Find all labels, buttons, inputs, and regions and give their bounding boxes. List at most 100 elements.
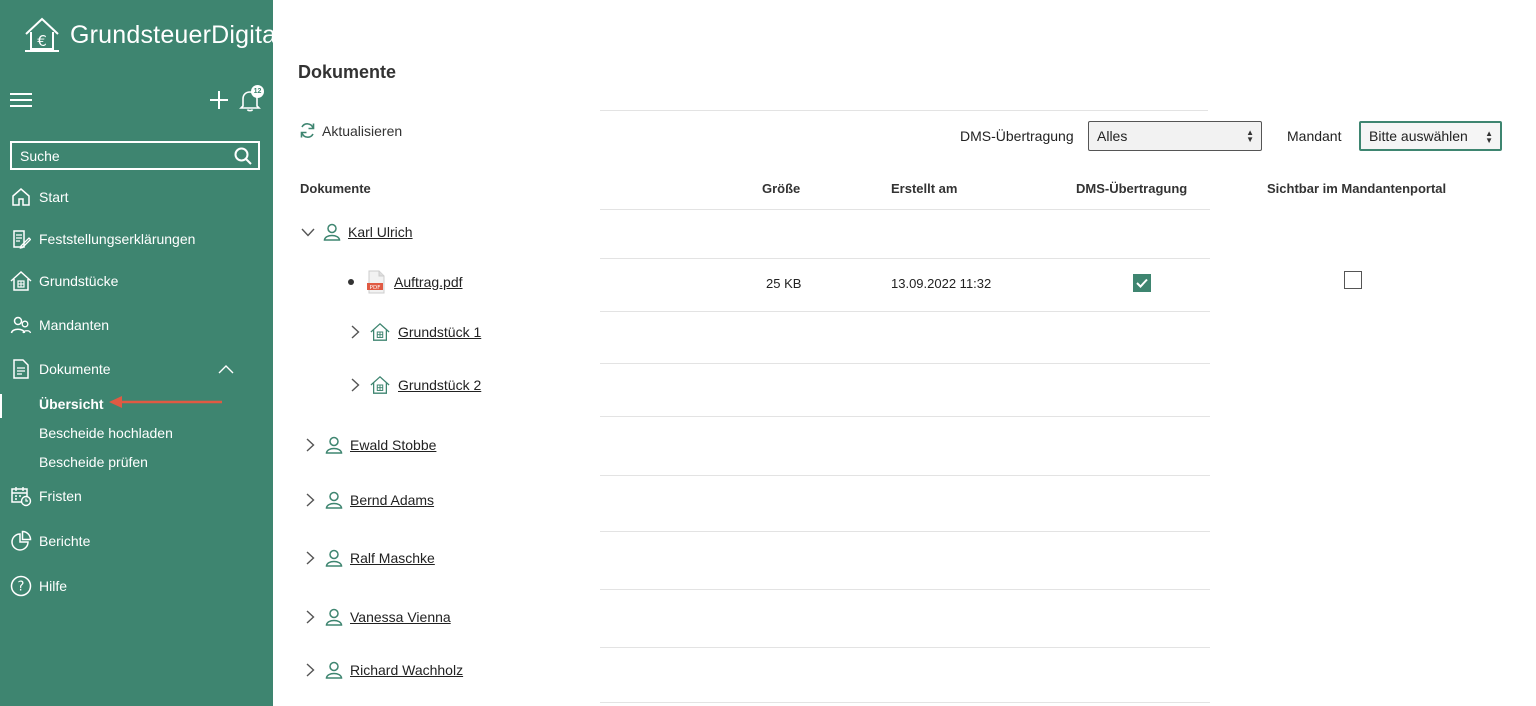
check-icon (1136, 278, 1148, 288)
person-icon (325, 661, 343, 679)
chevron-right-icon[interactable] (303, 438, 317, 452)
chevron-right-icon[interactable] (348, 378, 362, 392)
mandant-filter-label: Mandant (1287, 128, 1342, 144)
property-link[interactable]: Grundstück 2 (398, 377, 481, 393)
home-icon (10, 186, 32, 208)
client-link[interactable]: Ewald Stobbe (350, 437, 436, 453)
logo[interactable]: € GrundsteuerDigital (22, 16, 282, 54)
sidebar-item-label: Mandanten (39, 317, 110, 333)
person-icon (325, 436, 343, 454)
tree-row-client: Ralf Maschke (303, 549, 435, 567)
mandant-filter-value: Bitte auswählen (1369, 128, 1468, 144)
search-input[interactable] (20, 147, 220, 164)
row-divider (600, 702, 1210, 703)
column-header-dms: DMS-Übertragung (1076, 181, 1188, 196)
dms-filter-select[interactable]: Alles ▲ ▼ (1088, 121, 1262, 151)
sidebar-item-label: Start (39, 189, 69, 205)
document-icon (10, 358, 32, 380)
sidebar-item-berichte[interactable]: Berichte (10, 526, 90, 556)
chevron-right-icon[interactable] (303, 551, 317, 565)
dms-filter-label: DMS-Übertragung (960, 128, 1074, 144)
sidebar-item-label: Berichte (39, 533, 91, 549)
active-indicator (0, 394, 2, 418)
document-edit-icon (10, 228, 32, 250)
menu-icon[interactable] (10, 92, 32, 108)
chevron-right-icon[interactable] (303, 493, 317, 507)
pdf-icon: PDF (367, 270, 385, 294)
mandant-filter-select[interactable]: Bitte auswählen ▲ ▼ (1359, 121, 1502, 151)
sidebar: € GrundsteuerDigital 12 Suche Start Fest… (0, 0, 282, 706)
tree-row-client: Bernd Adams (303, 491, 434, 509)
dms-filter-value: Alles (1097, 128, 1128, 144)
person-icon (325, 549, 343, 567)
column-header-dokumente: Dokumente (300, 181, 371, 196)
client-link[interactable]: Richard Wachholz (350, 662, 463, 678)
sidebar-subitem-bescheide-pruefen[interactable]: Bescheide prüfen (39, 454, 148, 470)
person-icon (325, 491, 343, 509)
dms-checkbox[interactable] (1133, 274, 1151, 292)
tree-row-client: Karl Ulrich (301, 223, 413, 241)
client-link[interactable]: Ralf Maschke (350, 550, 435, 566)
sidebar-item-hilfe[interactable]: ? Hilfe (10, 571, 67, 601)
bullet-icon (348, 279, 354, 285)
tree-row-client: Vanessa Vienna (303, 608, 451, 626)
document-link[interactable]: Auftrag.pdf (394, 274, 463, 290)
building-icon (370, 322, 390, 341)
sidebar-item-label: Hilfe (39, 578, 68, 594)
chevron-right-icon[interactable] (303, 663, 317, 677)
row-divider (600, 363, 1210, 364)
building-icon (10, 270, 32, 292)
sidebar-item-mandanten[interactable]: Mandanten (10, 310, 109, 340)
document-size: 25 KB (766, 276, 802, 291)
sidebar-subitem-bescheide-hochladen[interactable]: Bescheide hochladen (39, 425, 173, 441)
client-link[interactable]: Vanessa Vienna (350, 609, 451, 625)
sidebar-item-feststellungserklaerungen[interactable]: Feststellungserklärungen (10, 224, 195, 254)
client-link[interactable]: Bernd Adams (350, 492, 434, 508)
tree-row-property: Grundstück 1 (348, 322, 481, 342)
visibility-checkbox[interactable] (1344, 271, 1362, 289)
svg-text:PDF: PDF (370, 285, 381, 291)
svg-text:€: € (37, 32, 47, 50)
search-icon[interactable] (234, 147, 252, 165)
house-euro-logo-icon: € (25, 17, 59, 52)
sidebar-item-dokumente[interactable]: Dokumente (10, 354, 250, 384)
divider (600, 110, 1208, 111)
refresh-label: Aktualisieren (322, 122, 403, 139)
sidebar-item-fristen[interactable]: Fristen (10, 481, 82, 511)
chevron-down-icon[interactable] (301, 225, 315, 239)
toolbar-actions: 12 (209, 85, 264, 112)
refresh-icon (300, 123, 315, 138)
sidebar-item-label: Dokumente (39, 361, 111, 377)
tree-row-property: Grundstück 2 (348, 375, 481, 395)
property-link[interactable]: Grundstück 1 (398, 324, 481, 340)
row-divider (600, 311, 1210, 312)
row-divider (600, 589, 1210, 590)
calendar-icon (10, 485, 32, 507)
building-icon (370, 375, 390, 394)
person-icon (323, 223, 341, 241)
select-arrows-icon: ▲ ▼ (1485, 129, 1493, 145)
page-title: Dokumente (298, 62, 397, 82)
refresh-button[interactable]: Aktualisieren (299, 122, 402, 139)
notification-badge: 12 (251, 85, 264, 98)
notification-button[interactable]: 12 (239, 85, 264, 112)
plus-icon[interactable] (209, 90, 229, 110)
sidebar-item-grundstuecke[interactable]: Grundstücke (10, 266, 118, 296)
row-divider (600, 209, 1210, 210)
chevron-right-icon[interactable] (348, 325, 362, 339)
help-icon: ? (10, 575, 32, 597)
person-icon (325, 608, 343, 626)
chevron-up-icon[interactable] (218, 364, 234, 374)
row-divider (600, 531, 1210, 532)
client-link[interactable]: Karl Ulrich (348, 224, 413, 240)
row-divider (600, 258, 1210, 259)
users-icon (10, 314, 32, 336)
sidebar-subitem-uebersicht[interactable]: Übersicht (39, 396, 104, 412)
row-divider (600, 647, 1210, 648)
tree-row-client: Richard Wachholz (303, 661, 463, 679)
column-header-erstellt: Erstellt am (891, 181, 958, 196)
svg-text:?: ? (18, 580, 25, 595)
sidebar-item-start[interactable]: Start (10, 182, 69, 212)
chevron-right-icon[interactable] (303, 610, 317, 624)
search-box[interactable] (10, 141, 260, 170)
